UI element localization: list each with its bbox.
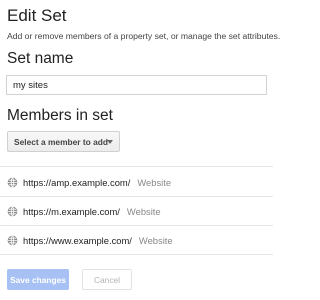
member-item[interactable]: https://amp.example.com/ Website (7, 174, 171, 190)
set-name-label: Set name (7, 50, 74, 67)
member-url: https://amp.example.com/ (23, 176, 131, 188)
member-url: https://m.example.com/ (23, 205, 120, 217)
globe-icon (7, 176, 18, 188)
globe-icon (7, 234, 18, 246)
add-member-select-label: Select a member to add (14, 136, 109, 147)
divider (0, 225, 273, 226)
member-type: Website (137, 176, 172, 188)
member-url: https://www.example.com/ (23, 234, 132, 246)
member-item[interactable]: https://www.example.com/ Website (7, 232, 173, 248)
globe-icon (7, 205, 18, 217)
set-name-input[interactable] (6, 75, 267, 95)
edit-set-panel: Edit Set Add or remove members of a prop… (0, 0, 280, 300)
page-title: Edit Set (7, 6, 67, 25)
members-label: Members in set (7, 107, 113, 124)
save-changes-button[interactable]: Save changes (7, 269, 69, 290)
divider (0, 196, 273, 197)
page-description: Add or remove members of a property set,… (7, 31, 281, 41)
divider (0, 166, 273, 167)
add-member-select[interactable]: Select a member to add (7, 131, 120, 152)
divider (0, 254, 273, 255)
member-item[interactable]: https://m.example.com/ Website (7, 203, 161, 219)
chevron-down-icon (107, 140, 113, 144)
cancel-button[interactable]: Cancel (82, 269, 132, 290)
member-type: Website (138, 234, 173, 246)
member-type: Website (126, 205, 161, 217)
